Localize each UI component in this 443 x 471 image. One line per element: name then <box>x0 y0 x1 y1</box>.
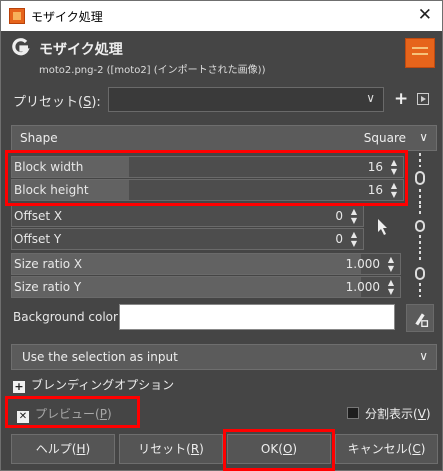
background-color-label: Background color <box>13 310 118 324</box>
offset-y-value: 0 <box>335 232 343 246</box>
dialog-window: モザイク処理 ✕ モザイク処理 moto2.png-2 ([moto2] (イン… <box>0 0 443 471</box>
shape-label: Shape <box>20 131 58 145</box>
chain-link-icon[interactable] <box>410 153 432 207</box>
blending-options-label: ブレンディングオプション <box>31 378 175 392</box>
pick-offset-icon[interactable] <box>370 212 396 240</box>
add-preset-icon[interactable]: + <box>394 89 408 109</box>
background-color-button[interactable] <box>119 304 395 330</box>
preset-menu-icon[interactable] <box>417 93 429 105</box>
reset-label: リセット <box>138 442 187 456</box>
checkbox-unchecked-icon <box>347 407 359 419</box>
image-thumbnail <box>405 38 435 68</box>
chain-link-icon[interactable] <box>410 205 432 251</box>
filter-title: モザイク処理 <box>39 42 123 58</box>
cancel-label: キャンセル <box>347 442 408 456</box>
title-bar: モザイク処理 ✕ <box>1 1 442 31</box>
offset-y-spinscale[interactable]: Offset Y 0 ▲ ▼ <box>11 228 364 250</box>
spin-arrows-icon[interactable]: ▲ ▼ <box>348 207 360 225</box>
gimp-icon <box>12 38 30 56</box>
close-icon[interactable]: ✕ <box>418 5 432 25</box>
highlight-preview <box>5 396 140 428</box>
expand-plus-icon: + <box>13 380 25 393</box>
shape-combo[interactable]: Shape Square ∨ <box>11 125 437 151</box>
offset-x-spinscale[interactable]: Offset X 0 ▲ ▼ <box>11 205 364 227</box>
help-label: ヘルプ <box>35 442 72 456</box>
size-ratio-x-value: 1.000 <box>345 257 380 271</box>
offset-y-label: Offset Y <box>14 232 62 246</box>
reset-mnemonic: R <box>190 442 200 456</box>
help-button[interactable]: ヘルプ(H) <box>11 434 115 464</box>
split-view-mnemonic: V <box>417 407 426 421</box>
app-icon <box>9 8 25 24</box>
presets-combo[interactable]: ∨ <box>108 87 384 112</box>
presets-mnemonic: S <box>83 95 92 110</box>
split-view-checkbox[interactable]: 分割表示(V) <box>347 405 431 422</box>
chain-link-icon[interactable] <box>410 251 432 299</box>
presets-label-text: プリセット <box>13 95 79 110</box>
size-ratio-x-label: Size ratio X <box>14 257 83 271</box>
size-ratio-y-label: Size ratio Y <box>14 280 82 294</box>
chevron-down-icon: ∨ <box>419 130 428 144</box>
color-picker-icon[interactable] <box>406 304 434 332</box>
size-ratio-x-spinscale[interactable]: Size ratio X 1.000 ▲ ▼ <box>11 253 401 275</box>
offset-x-value: 0 <box>335 209 343 223</box>
highlight-block-size <box>5 150 408 206</box>
cancel-mnemonic: C <box>412 442 421 456</box>
offset-x-label: Offset X <box>14 209 63 223</box>
blending-options-expander[interactable]: + ブレンディングオプション <box>13 376 174 393</box>
window-title: モザイク処理 <box>31 10 103 24</box>
split-view-label: 分割表示 <box>365 407 414 421</box>
dialog-header: モザイク処理 moto2.png-2 ([moto2] (インポートされた画像)… <box>1 31 442 81</box>
image-subtitle: moto2.png-2 ([moto2] (インポートされた画像)) <box>39 65 266 76</box>
highlight-ok <box>223 429 335 471</box>
help-mnemonic: H <box>76 442 86 456</box>
cancel-button[interactable]: キャンセル(C) <box>335 434 438 464</box>
input-mode-value: Use the selection as input <box>22 350 178 364</box>
shape-value: Square <box>363 131 406 145</box>
spin-arrows-icon[interactable]: ▲ ▼ <box>385 278 397 296</box>
size-ratio-y-spinscale[interactable]: Size ratio Y 1.000 ▲ ▼ <box>11 276 401 298</box>
spin-arrows-icon[interactable]: ▲ ▼ <box>348 230 360 248</box>
input-mode-combo[interactable]: Use the selection as input ∨ <box>11 344 437 370</box>
spin-arrows-icon[interactable]: ▲ ▼ <box>385 255 397 273</box>
size-ratio-y-value: 1.000 <box>345 280 380 294</box>
chevron-down-icon: ∨ <box>366 91 375 105</box>
reset-button[interactable]: リセット(R) <box>119 434 223 464</box>
chevron-down-icon: ∨ <box>419 349 428 363</box>
presets-label: プリセット(S): <box>13 95 101 110</box>
